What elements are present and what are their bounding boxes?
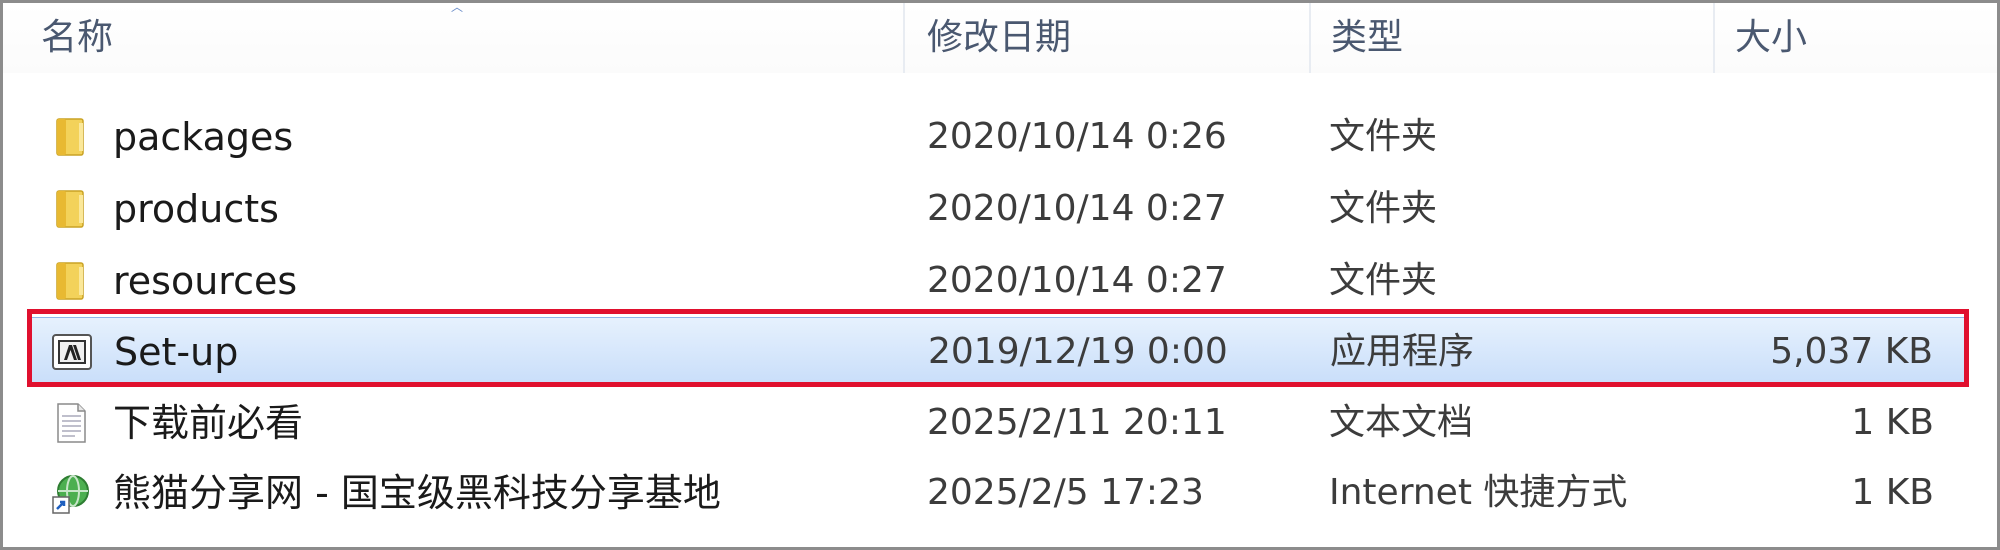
column-divider[interactable] <box>1713 3 1715 73</box>
column-header-bar: ︿ 名称 修改日期 类型 大小 <box>3 3 1997 73</box>
file-name: 熊猫分享网 - 国宝级黑科技分享基地 <box>113 471 721 515</box>
file-name: packages <box>113 115 294 159</box>
file-date: 2020/10/14 0:27 <box>927 260 1227 301</box>
column-header-date[interactable]: 修改日期 <box>927 13 1071 63</box>
file-type: 文件夹 <box>1329 188 1438 229</box>
sort-indicator-icon: ︿ <box>451 0 464 14</box>
file-name: products <box>113 187 279 231</box>
file-date: 2025/2/11 20:11 <box>927 402 1227 443</box>
internet-shortcut-icon <box>52 475 89 514</box>
column-header-type[interactable]: 类型 <box>1331 13 1403 63</box>
file-row[interactable]: 下载前必看 2025/2/11 20:11 文本文档 1 KB <box>31 389 1966 457</box>
folder-icon <box>56 262 84 300</box>
file-row[interactable]: packages 2020/10/14 0:26 文件夹 <box>31 103 1966 171</box>
file-explorer-list: ︿ 名称 修改日期 类型 大小 packages 2020/10/14 0:26… <box>0 0 2000 550</box>
file-row[interactable]: resources 2020/10/14 0:27 文件夹 <box>31 247 1966 315</box>
file-type: 文本文档 <box>1329 402 1474 443</box>
file-type: 文件夹 <box>1329 260 1438 301</box>
file-size: 1 KB <box>1851 402 1934 443</box>
file-row-selected[interactable]: Set-up 2019/12/19 0:00 应用程序 5,037 KB <box>31 317 1966 385</box>
file-name: 下载前必看 <box>113 401 304 445</box>
file-date: 2020/10/14 0:27 <box>927 188 1227 229</box>
file-type: 应用程序 <box>1330 331 1475 372</box>
column-divider[interactable] <box>1309 3 1311 73</box>
text-document-icon <box>57 403 86 443</box>
file-size: 1 KB <box>1851 472 1934 513</box>
file-date: 2020/10/14 0:26 <box>927 116 1227 157</box>
file-row[interactable]: products 2020/10/14 0:27 文件夹 <box>31 175 1966 243</box>
folder-icon <box>56 190 84 228</box>
column-header-size[interactable]: 大小 <box>1735 13 1807 63</box>
file-name: resources <box>113 259 298 303</box>
file-type: 文件夹 <box>1329 116 1438 157</box>
folder-icon <box>56 118 84 156</box>
column-header-name[interactable]: 名称 <box>41 13 113 63</box>
file-size: 5,037 KB <box>1770 331 1933 372</box>
file-date: 2025/2/5 17:23 <box>927 472 1204 513</box>
file-type: Internet 快捷方式 <box>1329 472 1628 513</box>
adobe-app-icon <box>52 334 92 370</box>
file-name: Set-up <box>114 330 239 374</box>
file-row[interactable]: 熊猫分享网 - 国宝级黑科技分享基地 2025/2/5 17:23 Intern… <box>31 459 1966 527</box>
file-date: 2019/12/19 0:00 <box>928 331 1228 372</box>
column-divider[interactable] <box>903 3 905 73</box>
